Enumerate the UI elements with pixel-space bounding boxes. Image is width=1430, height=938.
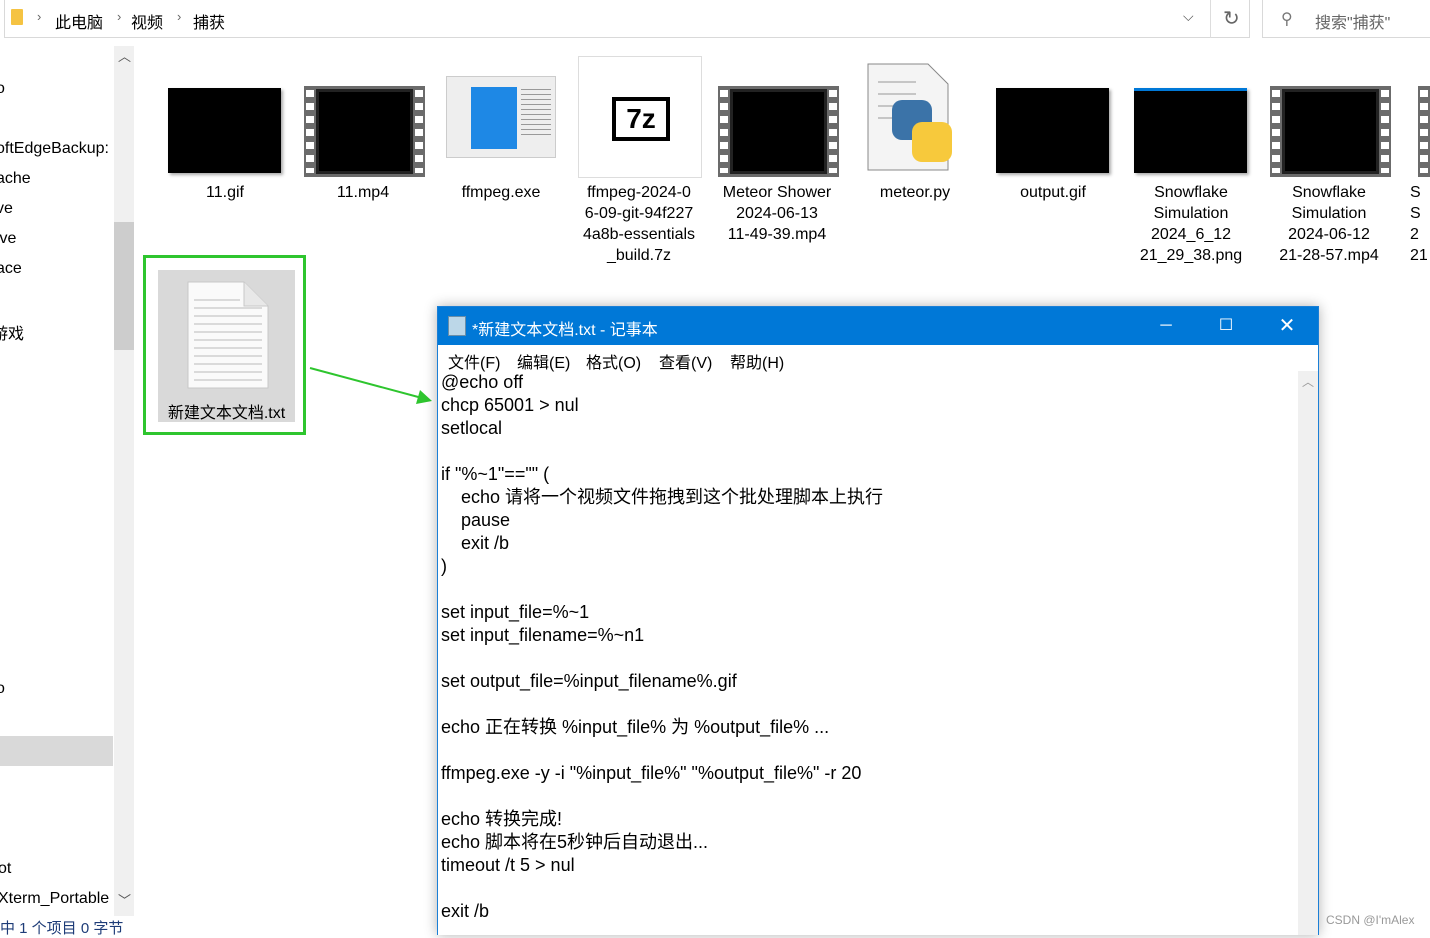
file-item[interactable]: ffmpeg.exe: [432, 56, 570, 203]
breadcrumb-capture[interactable]: 捕获: [193, 9, 225, 33]
arrow-annotation: [309, 367, 432, 404]
video-thumbnail-icon: [1418, 86, 1430, 177]
file-name-line: Simulation: [1153, 205, 1229, 222]
nav-item[interactable]: o: [0, 680, 5, 698]
nav-item[interactable]: ache: [0, 170, 31, 188]
file-name-line: S: [1410, 184, 1421, 201]
minimize-button[interactable]: ─: [1143, 311, 1189, 341]
file-item[interactable]: Snowflake Simulation 2024_6_12 21_29_38.png: [1122, 56, 1260, 266]
file-name-line: 4a8b-essentials: [582, 226, 696, 243]
breadcrumb-videos[interactable]: 视频: [131, 9, 163, 33]
file-name-line: Snowflake: [1292, 184, 1366, 201]
nav-item[interactable]: oftEdgeBackup:: [0, 140, 109, 158]
file-name-line: 21-28-57.mp4: [1279, 247, 1379, 264]
window-title: *新建文本文档.txt - 记事本: [472, 322, 658, 339]
file-name-line: Snowflake: [1154, 184, 1228, 201]
search-input[interactable]: ⚲ 搜索"捕获": [1262, 0, 1430, 38]
file-name-line: meteor.py: [879, 184, 951, 201]
file-name-line: 2024_6_12: [1150, 226, 1232, 243]
maximize-button[interactable]: ☐: [1203, 311, 1249, 341]
title-bar[interactable]: *新建文本文档.txt - 记事本 ─ ☐ ✕: [438, 307, 1318, 345]
file-name-line: Meteor Shower: [722, 184, 832, 201]
file-name-line: output.gif: [1020, 184, 1086, 201]
file-item[interactable]: S S 2 21: [1398, 56, 1430, 266]
menu-file[interactable]: 文件(F): [448, 349, 500, 373]
file-name-line: 6-09-git-94f227: [584, 205, 694, 222]
nav-item[interactable]: 游戏: [0, 320, 24, 344]
folder-icon: [11, 9, 23, 25]
scroll-down-icon[interactable]: ﹀: [118, 890, 131, 909]
file-item-selected[interactable]: 新建文本文档.txt: [158, 270, 295, 422]
file-name-line: 2: [1410, 226, 1419, 243]
chevron-right-icon: ›: [177, 9, 182, 24]
chevron-down-icon[interactable]: ⌵: [1183, 8, 1194, 25]
chevron-right-icon: ›: [117, 9, 122, 24]
scroll-up-icon[interactable]: ︿: [118, 46, 131, 65]
video-thumbnail-icon: [1270, 86, 1391, 177]
file-name-line: _build.7z: [606, 247, 672, 264]
image-thumbnail: [168, 88, 281, 173]
menu-help[interactable]: 帮助(H): [730, 349, 784, 373]
7z-archive-icon: 7z: [578, 56, 702, 178]
breadcrumb-this-pc[interactable]: 此电脑: [55, 9, 103, 33]
search-placeholder: 搜索"捕获": [1315, 15, 1391, 32]
address-bar[interactable]: › 此电脑 › 视频 › 捕获 ⌵ ↻: [4, 0, 1250, 38]
nav-item[interactable]: Xterm_Portable: [0, 890, 109, 908]
refresh-icon[interactable]: ↻: [1223, 6, 1240, 31]
file-name-line: 11-49-39.mp4: [727, 226, 827, 243]
file-name-line: 2024-06-12: [1288, 226, 1370, 243]
file-item[interactable]: Meteor Shower 2024-06-13 11-49-39.mp4: [708, 56, 846, 245]
file-name-line: 2024-06-13: [736, 205, 818, 222]
file-name-line: Simulation: [1291, 205, 1367, 222]
menu-bar: 文件(F) 编辑(E) 格式(O) 查看(V) 帮助(H): [438, 345, 1318, 373]
watermark: CSDN @I'mAlex: [1326, 913, 1415, 927]
file-name: 新建文本文档.txt: [167, 405, 286, 422]
file-name-line: 21_29_38.png: [1139, 247, 1243, 264]
file-name-line: ffmpeg.exe: [461, 184, 541, 201]
nav-item[interactable]: ot: [0, 860, 11, 878]
file-name-line: 11.gif: [206, 184, 244, 201]
python-file-icon: [867, 63, 952, 171]
nav-selected-row[interactable]: [0, 736, 113, 766]
nav-item[interactable]: ace: [0, 260, 22, 278]
notepad-window: *新建文本文档.txt - 记事本 ─ ☐ ✕ 文件(F) 编辑(E) 格式(O…: [437, 306, 1319, 935]
text-file-icon: [187, 281, 269, 389]
menu-view[interactable]: 查看(V): [659, 349, 712, 373]
nav-scrollbar[interactable]: [114, 46, 134, 916]
menu-edit[interactable]: 编辑(E): [517, 349, 570, 373]
chevron-right-icon: ›: [37, 9, 42, 24]
text-editor[interactable]: @echo off chcp 65001 > nul setlocal if "…: [441, 371, 883, 923]
nav-item[interactable]: ve: [0, 200, 13, 218]
file-name-line: 11.mp4: [336, 184, 390, 201]
close-button[interactable]: ✕: [1264, 311, 1310, 341]
menu-format[interactable]: 格式(O): [586, 349, 641, 373]
file-name-line: 21: [1410, 247, 1428, 264]
navigation-pane: o oftEdgeBackup: ache ve ive ace 游戏 t o …: [0, 46, 113, 916]
file-item[interactable]: Snowflake Simulation 2024-06-12 21-28-57.mp…: [1260, 56, 1398, 266]
video-thumbnail-icon: [304, 86, 425, 177]
image-thumbnail: [996, 88, 1109, 173]
notepad-icon: [448, 316, 466, 336]
file-name-line: S: [1410, 205, 1421, 222]
file-name-line: ffmpeg-2024-0: [587, 184, 691, 201]
nav-item[interactable]: ive: [0, 230, 16, 248]
nav-scrollbar-thumb[interactable]: [114, 222, 134, 350]
file-item[interactable]: 11.mp4: [294, 56, 432, 203]
file-item[interactable]: meteor.py: [846, 56, 984, 203]
search-icon: ⚲: [1281, 11, 1293, 28]
file-item[interactable]: output.gif: [984, 56, 1122, 203]
scroll-up-icon[interactable]: ︿: [1302, 373, 1314, 390]
file-item[interactable]: 7z ffmpeg-2024-0 6-09-git-94f227 4a8b-essen…: [570, 56, 708, 266]
file-item[interactable]: 11.gif: [156, 56, 294, 203]
video-thumbnail-icon: [718, 86, 839, 177]
nav-item[interactable]: o: [0, 80, 5, 98]
image-thumbnail: [1134, 88, 1247, 173]
vertical-scrollbar[interactable]: ︿: [1298, 371, 1318, 935]
exe-icon: [446, 76, 556, 158]
